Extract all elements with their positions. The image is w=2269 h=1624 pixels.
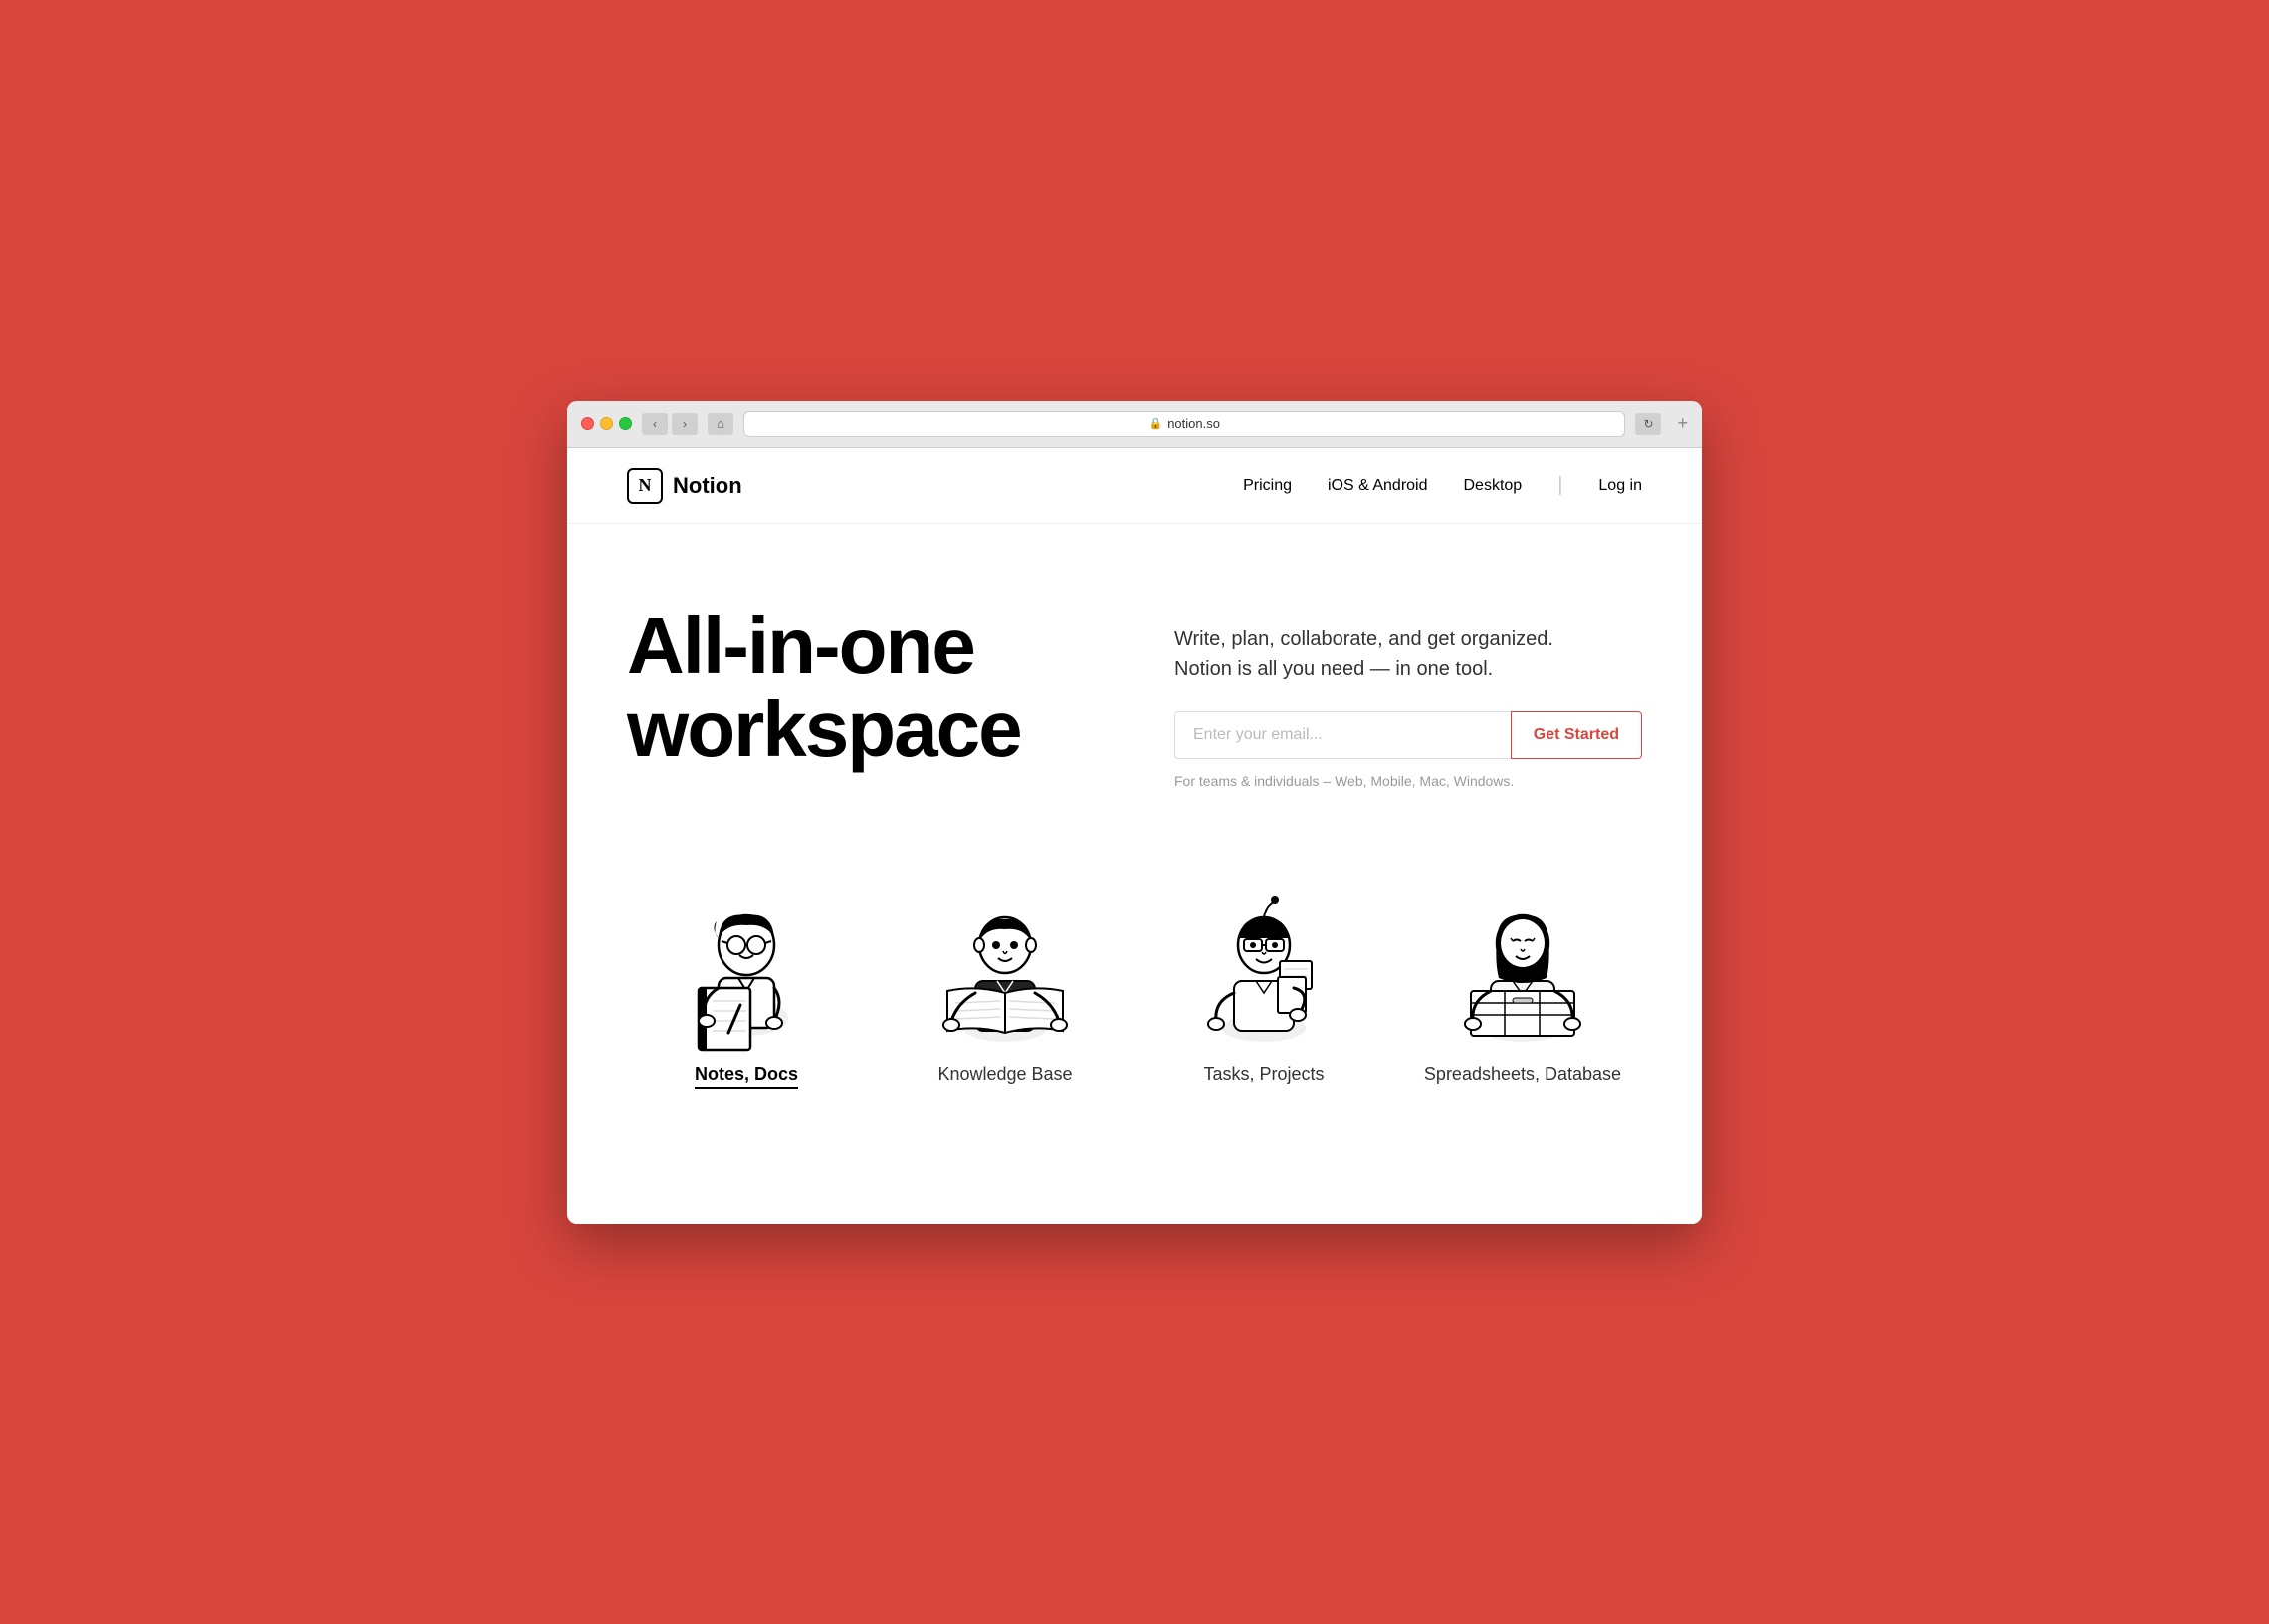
- login-link[interactable]: Log in: [1598, 477, 1642, 495]
- minimize-button[interactable]: [600, 417, 613, 430]
- nav-links: Pricing iOS & Android Desktop | Log in: [1243, 474, 1642, 497]
- get-started-button[interactable]: Get Started: [1511, 711, 1642, 759]
- feature-knowledge[interactable]: Knowledge Base: [886, 869, 1125, 1089]
- email-row: Get Started: [1174, 711, 1642, 759]
- lock-icon: 🔒: [1149, 417, 1163, 430]
- site-nav: N Notion Pricing iOS & Android Desktop |…: [567, 448, 1702, 524]
- feature-notes[interactable]: Notes, Docs: [627, 869, 866, 1089]
- address-bar[interactable]: 🔒 notion.so: [743, 411, 1625, 437]
- close-button[interactable]: [581, 417, 594, 430]
- platforms-text: For teams & individuals – Web, Mobile, M…: [1174, 773, 1642, 789]
- knowledge-illustration: [916, 869, 1095, 1048]
- back-button[interactable]: ‹: [642, 413, 668, 435]
- spreadsheets-illustration: [1433, 869, 1612, 1048]
- maximize-button[interactable]: [619, 417, 632, 430]
- feature-spreadsheets-label: Spreadsheets, Database: [1424, 1064, 1621, 1085]
- browser-chrome: ‹ › ⌂ 🔒 notion.so ↻ +: [567, 401, 1702, 448]
- hero-subtitle: Write, plan, collaborate, and get organi…: [1174, 624, 1642, 684]
- notes-illustration: [657, 869, 836, 1048]
- hero-heading: All-in-one workspace: [627, 604, 1095, 771]
- url-text: notion.so: [1167, 416, 1220, 431]
- feature-tasks[interactable]: Tasks, Projects: [1144, 869, 1383, 1089]
- nav-pricing[interactable]: Pricing: [1243, 477, 1292, 495]
- website-content: N Notion Pricing iOS & Android Desktop |…: [567, 448, 1702, 1224]
- logo-area[interactable]: N Notion: [627, 468, 1243, 504]
- feature-knowledge-label: Knowledge Base: [937, 1064, 1072, 1085]
- home-button[interactable]: ⌂: [708, 413, 733, 435]
- hero-section: All-in-one workspace Write, plan, collab…: [567, 524, 1702, 849]
- nav-divider: |: [1557, 474, 1562, 497]
- browser-window: ‹ › ⌂ 🔒 notion.so ↻ + N Notion Pricing i…: [567, 401, 1702, 1224]
- forward-button[interactable]: ›: [672, 413, 698, 435]
- notion-logo-icon: N: [627, 468, 663, 504]
- hero-right: Write, plan, collaborate, and get organi…: [1174, 604, 1642, 789]
- feature-spreadsheets[interactable]: Spreadsheets, Database: [1403, 869, 1642, 1089]
- new-tab-button[interactable]: +: [1677, 413, 1688, 434]
- email-input[interactable]: [1174, 711, 1511, 759]
- feature-tasks-label: Tasks, Projects: [1203, 1064, 1324, 1085]
- tasks-illustration: [1174, 869, 1353, 1048]
- features-section: Notes, Docs: [567, 849, 1702, 1148]
- nav-ios-android[interactable]: iOS & Android: [1328, 477, 1428, 495]
- traffic-lights: [581, 417, 632, 430]
- reload-button[interactable]: ↻: [1635, 413, 1661, 435]
- browser-nav-buttons: ‹ ›: [642, 413, 698, 435]
- nav-desktop[interactable]: Desktop: [1464, 477, 1523, 495]
- logo-text: Notion: [673, 473, 742, 499]
- feature-notes-label: Notes, Docs: [695, 1064, 798, 1089]
